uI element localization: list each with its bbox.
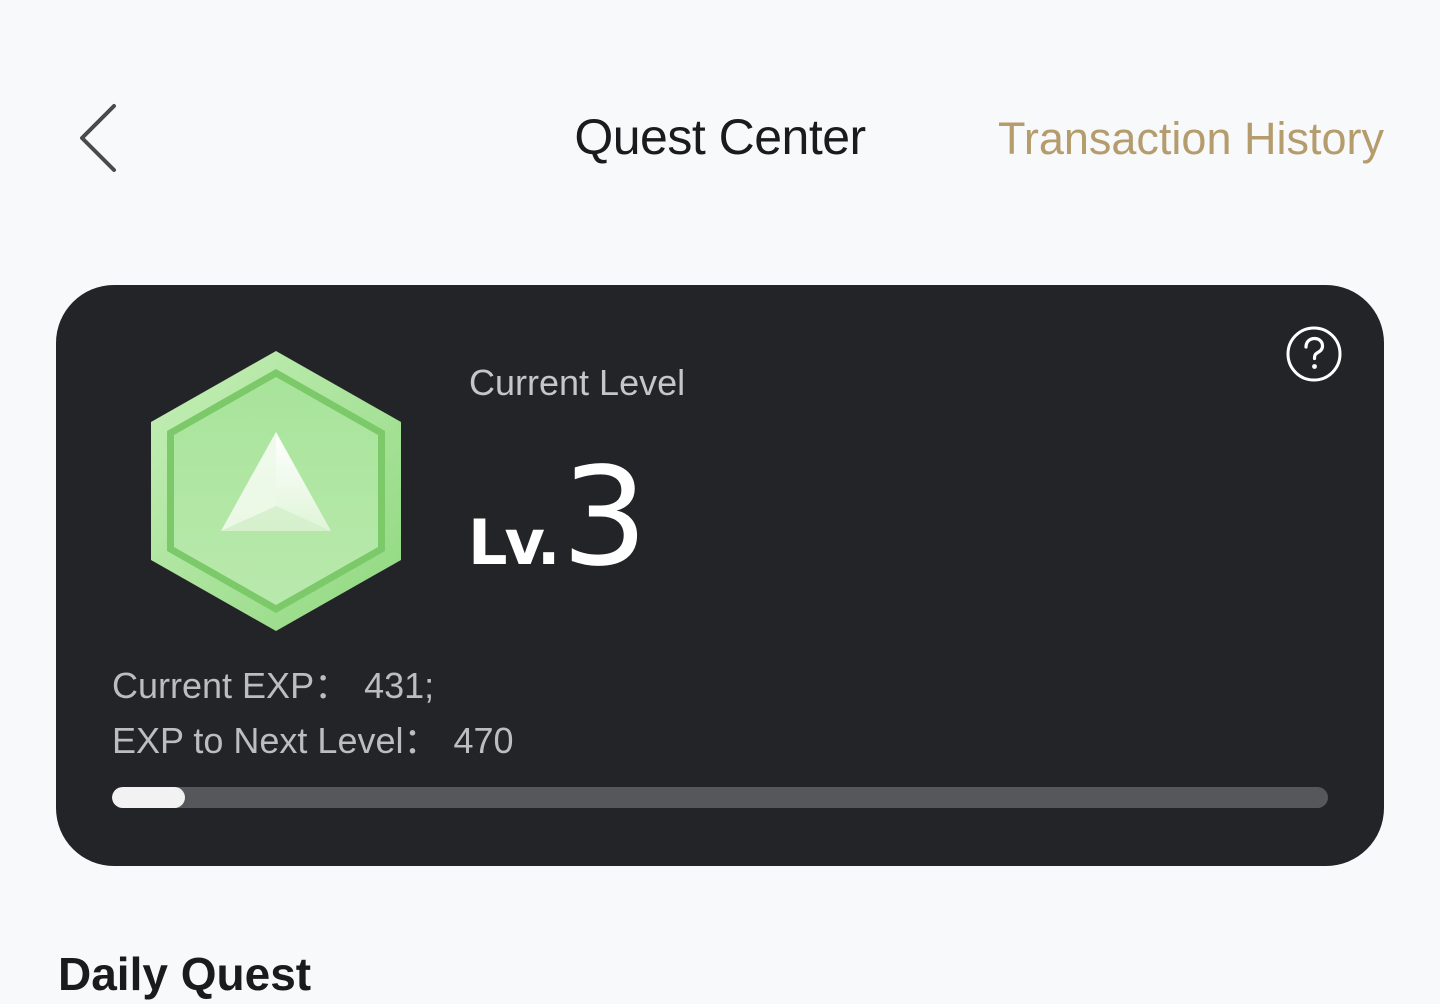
next-level-exp-text: EXP to Next Level： 470 [112,718,514,764]
level-prefix: Lv. [468,506,560,579]
chevron-left-icon [80,104,116,172]
exp-progress-bar [112,787,1328,808]
daily-quest-title: Daily Quest [58,948,312,1000]
current-exp-label: Current EXP： [112,665,351,706]
level-value: Lv.3 [468,443,648,593]
header-bar: Quest Center Transaction History [0,0,1440,230]
exp-progress-fill [112,787,185,808]
next-exp-value: 470 [453,720,514,761]
current-exp-text: Current EXP： 431; [112,663,434,709]
current-level-label: Current Level [469,362,686,403]
help-button[interactable] [1286,326,1342,382]
next-exp-label: EXP to Next Level： [112,720,440,761]
current-exp-value: 431; [364,665,435,706]
level-badge [148,349,404,633]
question-circle-icon [1286,326,1342,382]
hexagon-level-badge-icon [151,351,401,631]
transaction-history-link[interactable]: Transaction History [998,108,1384,170]
page-title: Quest Center [574,109,866,165]
level-card: Current Level Lv.3 Current EXP： 431; EXP … [56,285,1384,866]
back-button[interactable] [66,96,136,180]
level-number: 3 [561,439,648,597]
